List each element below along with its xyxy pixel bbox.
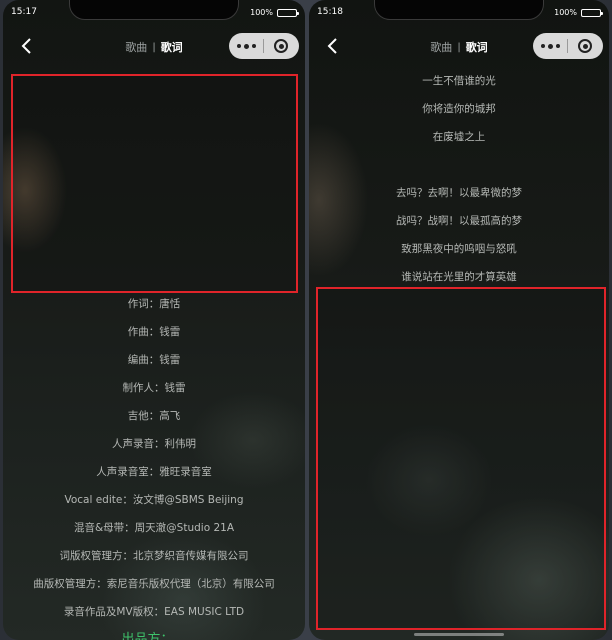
- more-options-icon[interactable]: [229, 33, 263, 59]
- miniprogram-capsule: [229, 33, 299, 59]
- back-arrow-icon[interactable]: [323, 36, 343, 56]
- tab-song[interactable]: 歌曲: [430, 39, 452, 55]
- lyric-line[interactable]: 致那黑夜中的呜咽与怒吼: [309, 235, 609, 263]
- lyric-line[interactable]: 词版权管理方：北京梦织音传媒有限公司: [3, 542, 305, 570]
- battery-icon: [277, 8, 299, 17]
- lyric-line[interactable]: 一生不借谁的光: [309, 67, 609, 95]
- lyric-line[interactable]: 作词：唐恬: [3, 290, 305, 318]
- lyric-line[interactable]: 战吗？战啊！以最孤高的梦: [309, 207, 609, 235]
- highlight-box: [316, 287, 606, 630]
- lyric-line[interactable]: 编曲：钱雷: [3, 346, 305, 374]
- status-time: 15:18: [317, 7, 343, 17]
- status-bar: 15:17 100%: [3, 0, 305, 24]
- lyrics-list: 作词：唐恬 作曲：钱雷 编曲：钱雷 制作人：钱雷 吉他：高飞 人声录音：利伟明 …: [3, 290, 305, 640]
- status-right: 100%: [250, 8, 299, 17]
- status-time: 15:17: [11, 7, 37, 17]
- tab-separator: |: [152, 41, 156, 53]
- phone-screen-left: 15:17 100% 歌曲 | 歌词 作词：唐恬 作曲：钱雷 编曲：钱雷 制作人…: [3, 0, 305, 640]
- current-lyric-line[interactable]: 出品方：…: [3, 626, 305, 640]
- lyric-line[interactable]: 作曲：钱雷: [3, 318, 305, 346]
- phone-screen-right: 15:18 100% 歌曲 | 歌词 一生不借谁的光 你将造你的城邦 在废墟之上…: [309, 0, 609, 640]
- miniprogram-capsule: [533, 33, 603, 59]
- battery-percent: 100%: [250, 8, 273, 17]
- song-lyrics-tabs: 歌曲 | 歌词: [430, 39, 487, 55]
- tab-song[interactable]: 歌曲: [125, 39, 147, 55]
- comparison-stage: 15:17 100% 歌曲 | 歌词 作词：唐恬 作曲：钱雷 编曲：钱雷 制作人…: [0, 0, 612, 640]
- lyric-line[interactable]: Vocal edite：汝文博@SBMS Beijing: [3, 486, 305, 514]
- status-bar: 15:18 100%: [309, 0, 609, 24]
- battery-icon: [581, 8, 603, 17]
- status-right: 100%: [554, 8, 603, 17]
- back-arrow-icon[interactable]: [17, 36, 37, 56]
- lyric-spacer: [309, 151, 609, 179]
- close-miniprogram-icon[interactable]: [264, 33, 298, 59]
- lyric-line[interactable]: 在废墟之上: [309, 123, 609, 151]
- lyric-line[interactable]: 人声录音：利伟明: [3, 430, 305, 458]
- nav-bar: 歌曲 | 歌词: [3, 28, 305, 64]
- nav-bar: 歌曲 | 歌词: [309, 28, 609, 64]
- lyric-line[interactable]: 去吗？去啊！以最卑微的梦: [309, 179, 609, 207]
- lyric-line[interactable]: 录音作品及MV版权：EAS MUSIC LTD: [3, 598, 305, 626]
- lyric-line[interactable]: 混音&母带：周天澈@Studio 21A: [3, 514, 305, 542]
- more-options-icon[interactable]: [533, 33, 567, 59]
- lyric-line[interactable]: 吉他：高飞: [3, 402, 305, 430]
- tab-lyrics[interactable]: 歌词: [466, 39, 488, 55]
- lyric-line[interactable]: 曲版权管理方：索尼音乐版权代理（北京）有限公司: [3, 570, 305, 598]
- battery-percent: 100%: [554, 8, 577, 17]
- close-miniprogram-icon[interactable]: [568, 33, 602, 59]
- song-lyrics-tabs: 歌曲 | 歌词: [125, 39, 182, 55]
- lyric-line[interactable]: 制作人：钱雷: [3, 374, 305, 402]
- lyrics-list: 一生不借谁的光 你将造你的城邦 在废墟之上 去吗？去啊！以最卑微的梦 战吗？战啊…: [309, 67, 609, 291]
- home-indicator: [414, 633, 504, 636]
- highlight-box: [11, 74, 298, 293]
- tab-separator: |: [457, 41, 461, 53]
- tab-lyrics[interactable]: 歌词: [161, 39, 183, 55]
- lyric-line[interactable]: 你将造你的城邦: [309, 95, 609, 123]
- lyric-line[interactable]: 人声录音室：雅旺录音室: [3, 458, 305, 486]
